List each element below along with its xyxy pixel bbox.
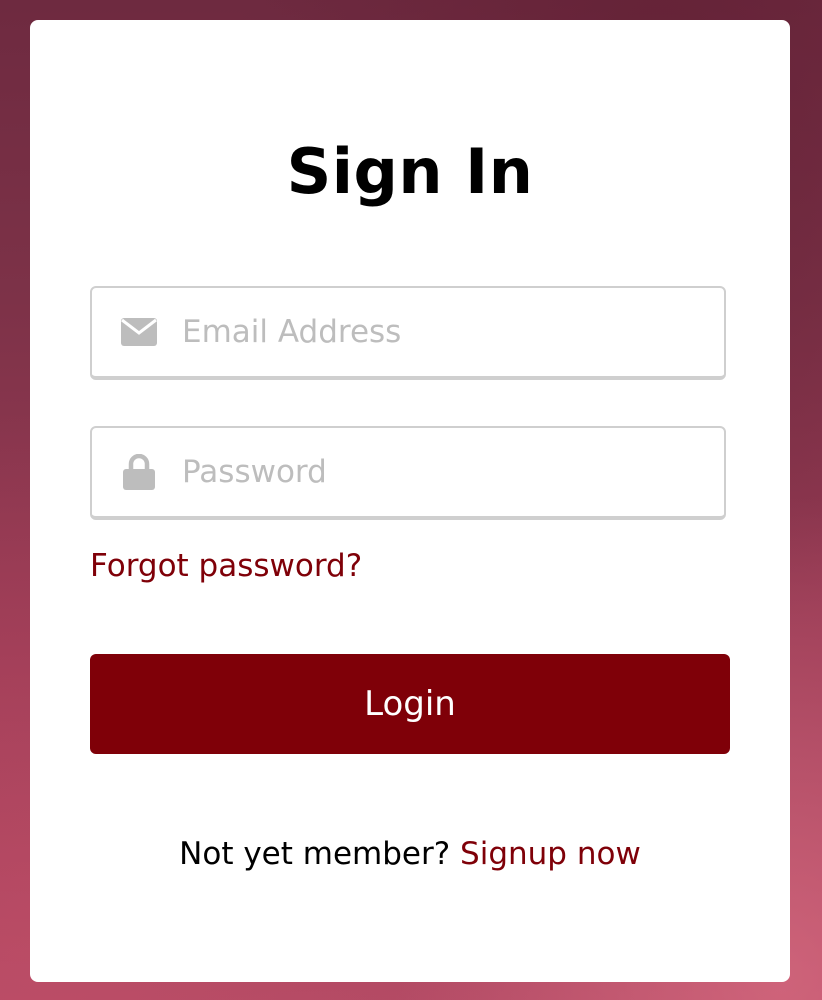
lock-icon — [120, 454, 158, 490]
signup-row: Not yet member? Signup now — [30, 836, 790, 872]
signup-link[interactable]: Signup now — [460, 836, 641, 872]
password-field[interactable] — [90, 426, 726, 520]
sign-in-card: Sign In Forgot password? Login Not yet m… — [30, 20, 790, 982]
forgot-password-link[interactable]: Forgot password? — [90, 548, 362, 584]
email-input[interactable] — [182, 288, 702, 376]
envelope-icon — [120, 314, 158, 350]
signup-prompt: Not yet member? — [179, 836, 451, 872]
email-field[interactable] — [90, 286, 726, 380]
password-input[interactable] — [182, 428, 702, 516]
page-title: Sign In — [286, 135, 534, 208]
login-button[interactable]: Login — [90, 654, 730, 754]
